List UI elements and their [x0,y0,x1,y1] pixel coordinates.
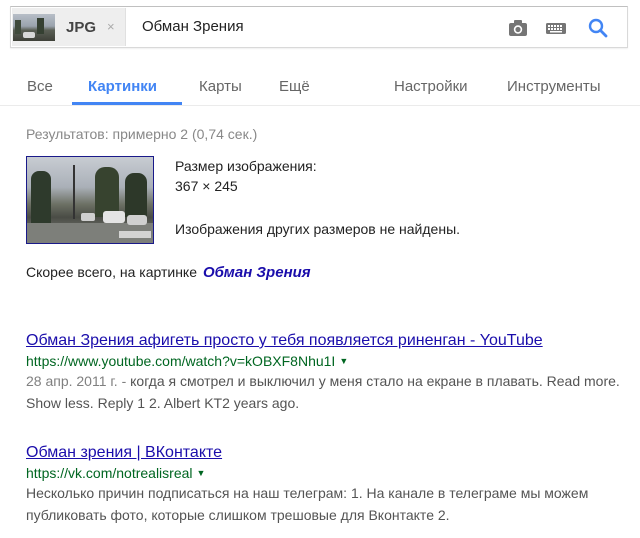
search-result: Обман Зрения афигеть просто у тебя появл… [26,332,626,414]
remove-image-icon[interactable]: × [107,19,115,34]
best-guess: Скорее всего, на картинке Обман Зрения [26,264,311,281]
tab-more[interactable]: Ещё [279,78,310,95]
chip-label: JPG [66,19,97,36]
result-date: 28 апр. 2011 г. - [26,373,131,389]
result-url-text: https://www.youtube.com/watch?v=kOBXF8Nh… [26,353,336,369]
query-image-preview[interactable] [26,156,154,244]
no-other-sizes-text: Изображения других размеров не найдены. [175,221,461,237]
tab-settings[interactable]: Настройки [394,78,468,95]
results-stats: Результатов: примерно 2 (0,74 сек.) [26,126,258,142]
camera-icon[interactable] [507,17,529,39]
search-bar: JPG × Обман Зрения [10,6,628,48]
query-image-thumbnail [13,14,55,41]
best-guess-link[interactable]: Обман Зрения [203,264,311,281]
image-size-label: Размер изображения: [175,158,317,174]
search-input[interactable]: Обман Зрения [142,18,244,35]
result-url-text: https://vk.com/notrealisreal [26,465,193,481]
url-dropdown-icon[interactable]: ▼ [197,468,206,478]
search-tabs: Все Картинки Карты Ещё Настройки Инструм… [0,70,640,105]
result-snippet: Несколько причин подписаться на наш теле… [26,482,626,526]
image-query-chip[interactable]: JPG × [12,8,126,46]
url-dropdown-icon[interactable]: ▼ [339,356,348,366]
tab-images[interactable]: Картинки [88,78,157,95]
result-snippet: 28 апр. 2011 г. - когда я смотрел и выкл… [26,370,626,414]
result-snippet-text: Несколько причин подписаться на наш теле… [26,485,589,523]
keyboard-icon[interactable] [545,17,567,39]
tab-all[interactable]: Все [27,78,53,95]
result-url: https://www.youtube.com/watch?v=kOBXF8Nh… [26,353,626,369]
search-result: Обман зрения | ВКонтакте https://vk.com/… [26,444,626,526]
image-size-value: 367 × 245 [175,178,238,194]
best-guess-prefix: Скорее всего, на картинке [26,264,197,280]
tab-maps[interactable]: Карты [199,78,242,95]
result-title-link[interactable]: Обман зрения | ВКонтакте [26,444,626,462]
result-title-link[interactable]: Обман Зрения афигеть просто у тебя появл… [26,332,626,350]
tab-tools[interactable]: Инструменты [507,78,601,95]
result-url: https://vk.com/notrealisreal ▼ [26,465,626,481]
tabs-divider [0,105,640,106]
search-icon[interactable] [587,17,609,39]
